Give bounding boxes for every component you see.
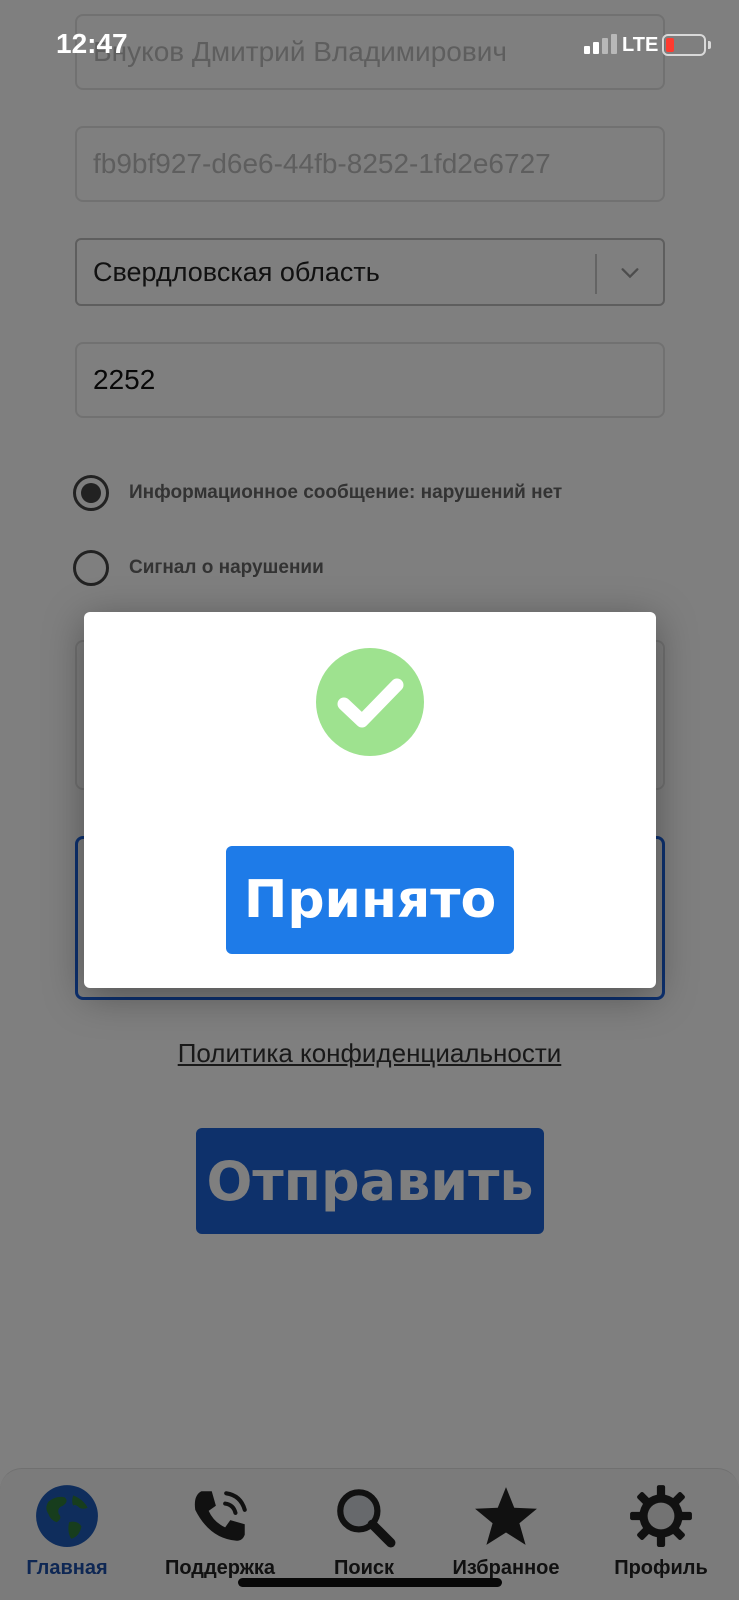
success-dialog: Принято (84, 612, 656, 988)
status-bar: 12:47 LTE (0, 0, 739, 86)
accepted-button[interactable]: Принято (226, 846, 514, 954)
battery-tip (708, 41, 711, 49)
battery-icon (662, 34, 706, 56)
signal-icon (584, 34, 617, 54)
check-circle-icon (316, 648, 424, 756)
network-type: LTE (622, 34, 659, 56)
status-time: 12:47 (56, 28, 128, 59)
